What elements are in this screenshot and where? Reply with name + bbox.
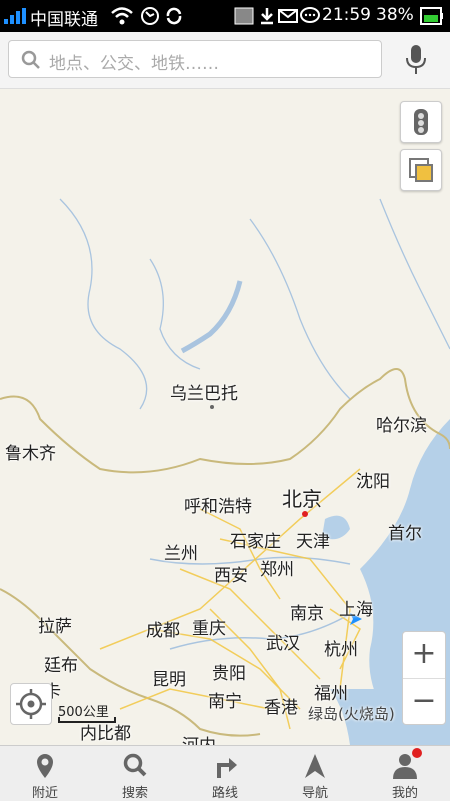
city-label: 昆明 xyxy=(152,670,186,690)
city-label: 郑州 xyxy=(260,560,294,580)
traffic-light-icon xyxy=(414,109,428,135)
sync-icon xyxy=(166,7,182,25)
city-label: 北京 xyxy=(282,487,322,511)
river xyxy=(379,198,450,350)
city-label: 河内 xyxy=(182,731,216,745)
clock: 21:59 xyxy=(322,5,371,25)
wifi-icon xyxy=(111,7,133,25)
battery-icon xyxy=(420,7,443,25)
river xyxy=(249,218,351,400)
search-input[interactable]: 地点、公交、地铁…… xyxy=(8,40,382,78)
tab-route[interactable]: 路线 xyxy=(180,746,270,801)
lake-baikal xyxy=(180,280,243,354)
locate-me-button[interactable] xyxy=(10,683,52,725)
signal-icon xyxy=(4,8,26,24)
layers-icon xyxy=(409,158,433,182)
city-label: 绿岛(火烧岛) xyxy=(308,705,395,723)
microphone-icon[interactable] xyxy=(404,44,428,76)
tab-label: 搜索 xyxy=(121,786,148,801)
status-bar: 中国联通 21:59 38% xyxy=(0,0,450,32)
city-label: 南京 xyxy=(290,604,324,624)
tab-search[interactable]: 搜索 xyxy=(90,746,180,801)
city-label: 香港 xyxy=(264,698,298,718)
city-label: 兰州 xyxy=(164,544,198,564)
layers-button[interactable] xyxy=(400,149,442,191)
tab-nearby[interactable]: 附近 xyxy=(0,746,90,801)
city-label: 鲁木齐 xyxy=(5,444,56,464)
tab-label: 附近 xyxy=(31,786,58,801)
carrier-name: 中国联通 xyxy=(30,10,98,30)
battery-percent: 38% xyxy=(376,5,414,25)
city-label: 首尔 xyxy=(388,524,422,544)
zoom-out-button[interactable]: − xyxy=(403,679,445,725)
city-label: 天津 xyxy=(296,532,330,552)
city-label: 呼和浩特 xyxy=(184,497,252,517)
search-header: 地点、公交、地铁…… xyxy=(0,32,450,89)
traffic-toggle-button[interactable] xyxy=(400,101,442,143)
city-label: 上海 xyxy=(339,600,373,620)
tab-label: 我的 xyxy=(391,786,418,801)
city-label: 沈阳 xyxy=(356,472,390,492)
tab-navigation[interactable]: 导航 xyxy=(270,746,360,801)
location-pin-icon xyxy=(37,754,53,778)
bottom-tab-bar: 附近 搜索 路线 导航 我的 xyxy=(0,745,450,801)
route-icon xyxy=(217,758,237,778)
mail-icon xyxy=(278,9,298,23)
city-label: 南宁 xyxy=(208,692,242,712)
city-label: 拉萨 xyxy=(38,617,72,637)
search-placeholder: 地点、公交、地铁…… xyxy=(49,54,219,74)
tab-mine[interactable]: 我的 xyxy=(360,746,450,801)
search-icon xyxy=(21,50,40,69)
navigation-arrow-icon xyxy=(305,754,325,778)
ulaanbaatar-marker xyxy=(210,405,214,409)
city-label: 武汉 xyxy=(266,634,300,654)
river xyxy=(149,258,201,370)
download-icon xyxy=(261,8,273,25)
scale-bar xyxy=(58,717,116,723)
city-label: 福州 xyxy=(314,684,348,704)
image-notification-icon xyxy=(234,7,254,25)
zoom-control: + − xyxy=(402,631,446,725)
crosshair-icon xyxy=(16,689,46,719)
city-label: 哈尔滨 xyxy=(376,416,427,436)
phone-icon xyxy=(141,7,159,25)
zoom-in-button[interactable]: + xyxy=(403,632,445,679)
map-scale: 500公里 xyxy=(58,701,116,723)
city-label: 成都 xyxy=(146,621,180,641)
tab-label: 导航 xyxy=(301,786,328,801)
search-icon xyxy=(123,753,147,777)
city-label: 石家庄 xyxy=(230,532,281,552)
notification-dot xyxy=(412,748,422,758)
river xyxy=(59,198,148,410)
tab-label: 路线 xyxy=(211,786,238,801)
city-label: 重庆 xyxy=(192,619,226,639)
city-label: 廷布 xyxy=(44,656,78,676)
city-label: 西安 xyxy=(214,566,248,586)
city-label: 贵阳 xyxy=(212,664,246,684)
city-label: 杭州 xyxy=(324,640,358,660)
map-view[interactable]: 乌兰巴托 哈尔滨 鲁木齐 沈阳 呼和浩特 北京 首尔 石家庄 天津 兰州 西安 … xyxy=(0,89,450,745)
message-icon xyxy=(300,7,320,23)
city-label: 乌兰巴托 xyxy=(170,384,238,404)
